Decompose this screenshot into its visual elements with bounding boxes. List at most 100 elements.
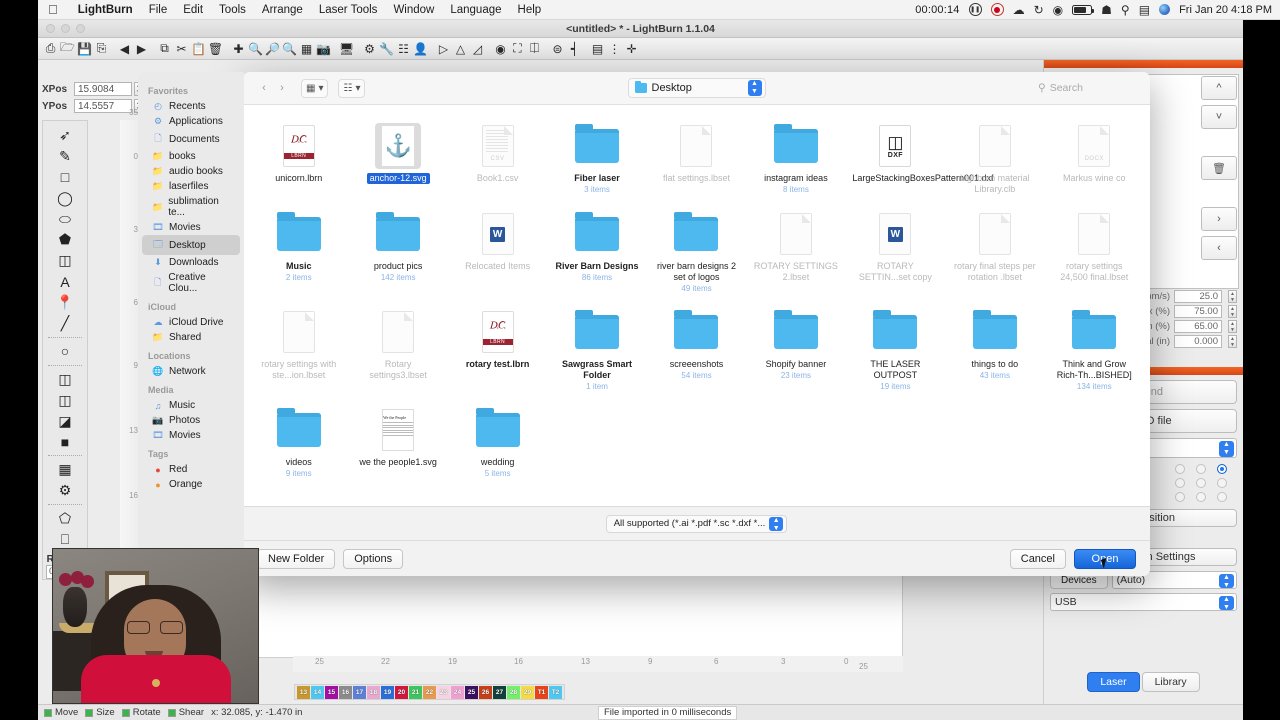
align-objects-icon[interactable]: ⛶	[509, 40, 526, 58]
sidebar-item-desktop[interactable]: 🗔 Desktop	[142, 235, 240, 255]
pentagon-tool-icon[interactable]: ⬟	[52, 229, 78, 250]
flip-horizontal-icon[interactable]: ▷	[435, 40, 452, 58]
palette-swatch[interactable]: 17	[353, 685, 366, 699]
palette-swatch[interactable]: 15	[325, 685, 338, 699]
draw-line-tool-icon[interactable]: ✎	[52, 146, 78, 167]
menu-app-name[interactable]: LightBurn	[70, 4, 141, 16]
file-item[interactable]: We the People we the people1.svg	[348, 401, 447, 488]
sidebar-item-downloads[interactable]: ⬇ Downloads	[142, 255, 240, 270]
file-item[interactable]: River Barn Designs 86 items	[547, 205, 646, 303]
back-icon[interactable]: ‹	[255, 79, 273, 97]
new-folder-button[interactable]: New Folder	[257, 548, 336, 569]
cut-param-input[interactable]	[1174, 335, 1222, 348]
file-item[interactable]: screeenshots 54 items	[647, 303, 746, 401]
location-select[interactable]: Desktop ▲ ▼	[627, 78, 766, 98]
status-mode-move[interactable]: Move	[44, 707, 78, 718]
file-grid[interactable]: 𝄊 LBRN unicorn.lbrn ⚓ anchor-12.svg CSV Book1.…	[243, 105, 1150, 488]
copy-icon[interactable]: ⧉	[156, 40, 173, 58]
chevron-updown-icon[interactable]: ▲ ▼	[1219, 574, 1234, 589]
status-mode-rotate[interactable]: Rotate	[121, 707, 161, 718]
sidebar-item-orange[interactable]: ● Orange	[142, 477, 240, 492]
measure-tool-icon[interactable]: ╱	[52, 313, 78, 334]
palette-swatch[interactable]: T1	[535, 685, 548, 699]
origin-radio-bc[interactable]	[1196, 492, 1206, 502]
icon-view-button[interactable]: ▦ ▾	[301, 78, 329, 98]
zoom-in-icon[interactable]: 🔍	[247, 40, 264, 58]
file-item[interactable]: rotary settings 24,500 final.lbset	[1045, 205, 1144, 303]
cut-param-input[interactable]	[1174, 290, 1222, 303]
distribute-icon[interactable]: ▤	[589, 40, 606, 58]
settings-icon[interactable]: ⚙	[361, 40, 378, 58]
xpos-input[interactable]	[74, 82, 132, 96]
circular-array-icon[interactable]: ⚙	[52, 480, 78, 501]
cut-param-input[interactable]	[1174, 305, 1222, 318]
rotate-checkbox[interactable]	[121, 708, 130, 717]
boolean-intersect-icon[interactable]: ◪	[52, 411, 78, 432]
file-item[interactable]: 𝄊 LBRN rotary test.lbrn	[448, 303, 547, 401]
palette-swatch[interactable]: 28	[507, 685, 520, 699]
file-item[interactable]: ⚓ anchor-12.svg	[348, 117, 447, 205]
sidebar-item-documents[interactable]: 🗋 Documents	[142, 129, 240, 149]
origin-radio-br[interactable]	[1217, 492, 1227, 502]
palette-swatch[interactable]: T2	[549, 685, 562, 699]
offset-tool-icon[interactable]: ◫	[52, 250, 78, 271]
sidebar-item-books[interactable]: 📁 books	[142, 149, 240, 164]
origin-radio-bl[interactable]	[1175, 492, 1185, 502]
menu-window[interactable]: Window	[385, 4, 442, 16]
move-icon[interactable]: ✚	[230, 40, 247, 58]
node-edit-tool-icon[interactable]: 📍	[52, 292, 78, 313]
menu-edit[interactable]: Edit	[175, 4, 211, 16]
file-item[interactable]: Lighburn material Library.clb	[945, 117, 1044, 205]
sidebar-item-applications[interactable]: ⚙ Applications	[142, 114, 240, 129]
trace-image-icon[interactable]: ⬠	[52, 508, 78, 529]
cut-icon[interactable]: ✂	[173, 40, 190, 58]
menu-help[interactable]: Help	[510, 4, 550, 16]
file-item[interactable]: rotary final steps per rotation .lbset	[945, 205, 1044, 303]
sidebar-item-shared[interactable]: 📁 Shared	[142, 330, 240, 345]
save-as-icon[interactable]: ⎘	[93, 40, 110, 58]
file-item[interactable]: river barn designs 2 set of logos 49 item…	[647, 205, 746, 303]
palette-swatch[interactable]: 19	[381, 685, 394, 699]
sidebar-item-movies[interactable]: 🎞 Movies	[142, 428, 240, 443]
cut-param-stepper[interactable]: ▲ ▼	[1228, 305, 1237, 318]
origin-radio-ml[interactable]	[1175, 478, 1185, 488]
chevron-updown-icon[interactable]: ▲ ▼	[1219, 596, 1234, 611]
menu-language[interactable]: Language	[442, 4, 509, 16]
zoom-selection-icon[interactable]: ▦	[298, 40, 315, 58]
cut-param-input[interactable]	[1174, 320, 1222, 333]
move-layer-up-button[interactable]: ^	[1201, 76, 1237, 100]
sidebar-item-network[interactable]: 🌐 Network	[142, 364, 240, 379]
wifi-icon[interactable]: ☗	[1101, 4, 1112, 16]
palette-swatch[interactable]: 13	[297, 685, 310, 699]
group-icon[interactable]: ☷	[395, 40, 412, 58]
move-layer-down-button[interactable]: ˅	[1201, 105, 1237, 129]
boolean-difference-icon[interactable]: ■	[52, 431, 78, 452]
new-file-icon[interactable]: ⎙	[42, 40, 59, 58]
palette-swatch[interactable]: 14	[311, 685, 324, 699]
options-button[interactable]: Options	[343, 548, 404, 569]
round-corner-icon[interactable]: ⎕	[52, 529, 78, 550]
file-item[interactable]: instagram ideas 8 items	[746, 117, 845, 205]
file-item[interactable]: flat settings.lbset	[647, 117, 746, 205]
palette-swatch[interactable]: 16	[339, 685, 352, 699]
dropbox-icon[interactable]: ◉	[1053, 4, 1063, 16]
origin-radio-tr[interactable]	[1217, 464, 1227, 474]
search-field[interactable]: ⚲ Search	[1038, 79, 1138, 98]
open-file-icon[interactable]: 🗁	[59, 40, 76, 58]
file-item[interactable]: Fiber laser 3 items	[547, 117, 646, 205]
ungroup-icon[interactable]: 👤	[412, 40, 429, 58]
align-top-icon[interactable]: ┥	[566, 40, 583, 58]
weld-icon[interactable]: ⎅	[526, 40, 543, 58]
sidebar-item-icloud-drive[interactable]: ☁ iCloud Drive	[142, 315, 240, 330]
palette-swatch[interactable]: 23	[437, 685, 450, 699]
file-item[interactable]: wedding 5 items	[448, 401, 547, 488]
paste-icon[interactable]: 📋	[190, 40, 207, 58]
text-tool-icon[interactable]: A	[52, 271, 78, 292]
redo-icon[interactable]: ▶	[133, 40, 150, 58]
polygon-tool-icon[interactable]: ⬭	[52, 209, 78, 230]
file-item[interactable]: W ROTARY SETTIN...set copy	[846, 205, 945, 303]
file-item[interactable]: videos 9 items	[249, 401, 348, 488]
origin-radio-mr[interactable]	[1217, 478, 1227, 488]
file-item[interactable]: Rotary settings3.lbset	[348, 303, 447, 401]
color-palette[interactable]: 13 14 15 16 17 18 19 20 21 22 23 24 25 26 27 28 29 T1 T2	[294, 684, 565, 700]
